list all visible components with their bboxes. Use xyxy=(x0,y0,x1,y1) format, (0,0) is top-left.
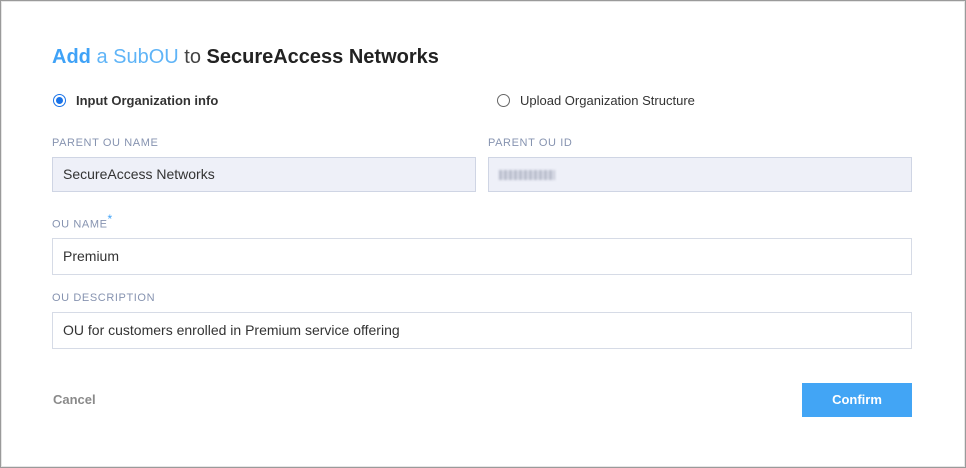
radio-upload-organization-structure[interactable]: Upload Organization Structure xyxy=(497,93,695,108)
dialog-title: Add a SubOU to SecureAccess Networks xyxy=(52,46,439,68)
ou-name-label: OU NAME* xyxy=(52,212,113,231)
radio-selected-icon[interactable] xyxy=(53,94,66,107)
ou-description-label: OU DESCRIPTION xyxy=(52,292,156,304)
parent-ou-name-label: PARENT OU NAME xyxy=(52,137,159,149)
cancel-button[interactable]: Cancel xyxy=(53,392,96,407)
parent-ou-name-field: SecureAccess Networks xyxy=(52,157,476,192)
redacted-id xyxy=(499,170,555,181)
radio-unselected-icon[interactable] xyxy=(497,94,510,107)
ou-description-input[interactable]: OU for customers enrolled in Premium ser… xyxy=(52,312,912,349)
ou-name-input[interactable]: Premium xyxy=(52,238,912,275)
radio-input-organization-info[interactable]: Input Organization info xyxy=(53,93,218,108)
required-asterisk: * xyxy=(107,212,113,226)
parent-ou-id-field xyxy=(488,157,912,192)
parent-ou-id-label: PARENT OU ID xyxy=(488,137,573,149)
confirm-button[interactable]: Confirm xyxy=(802,383,912,417)
